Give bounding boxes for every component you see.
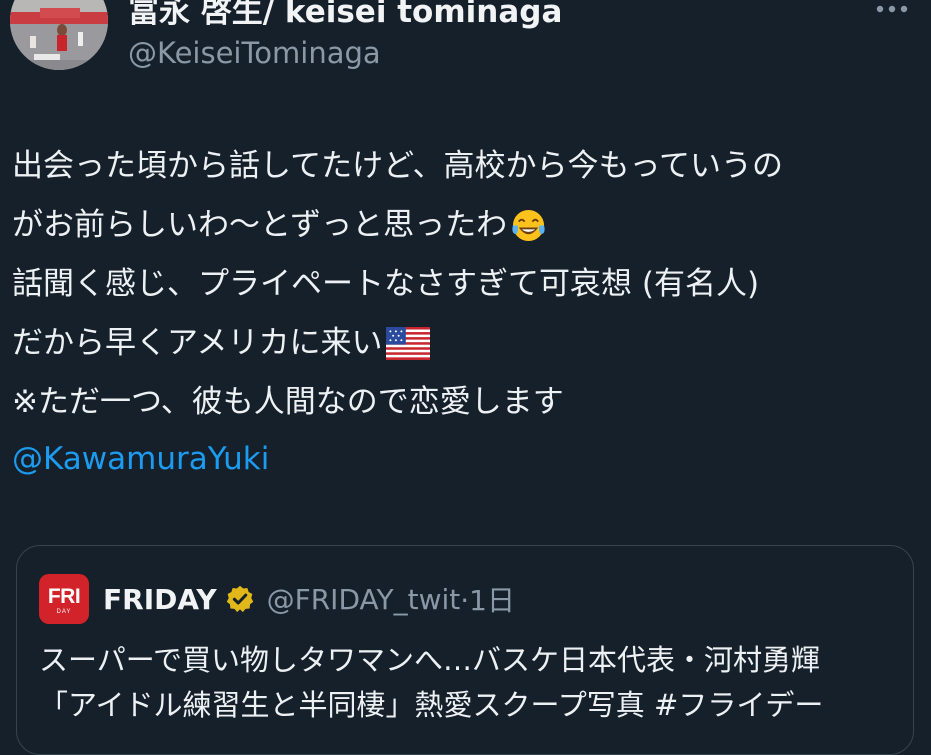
more-options-button[interactable] xyxy=(868,0,918,20)
tweet-line: 出会った頃から話してたけど、高校から今もっていうの xyxy=(12,137,922,196)
tweet-line-text: 話聞く感じ、プライペートなさすぎて可哀想 (有名人) xyxy=(12,266,760,302)
quoted-tweet-text: スーパーで買い物しタワマンへ…バスケ日本代表・河村勇輝 「アイドル練習生と半同棲… xyxy=(39,638,909,728)
tweet-line: がお前らしいわ〜とずっと思ったわ xyxy=(12,196,922,255)
tweet-line-text: がお前らしいわ〜とずっと思ったわ xyxy=(12,207,508,243)
quoted-tweet-time[interactable]: ·1日 xyxy=(460,579,515,619)
more-dots-icon xyxy=(876,5,908,13)
tweet-line: 話聞く感じ、プライペートなさすぎて可哀想 (有名人) xyxy=(12,255,922,314)
tweet-line-text: だから早くアメリカに来い xyxy=(12,325,383,361)
quoted-tweet-header: FRI DAY FRIDAY @FRIDAY_twit ·1日 xyxy=(39,574,515,624)
quoted-author-name[interactable]: FRIDAY xyxy=(103,583,217,616)
face-with-tears-of-joy-icon xyxy=(512,209,545,242)
quoted-tweet-card[interactable]: FRI DAY FRIDAY @FRIDAY_twit ·1日 スーパーで買い物… xyxy=(16,545,914,755)
author-display-name[interactable]: 冨永 啓生/ keisei tominaga xyxy=(128,0,562,32)
quoted-tweet-line: スーパーで買い物しタワマンへ…バスケ日本代表・河村勇輝 xyxy=(39,643,820,677)
friday-logo-avatar[interactable]: FRI DAY xyxy=(39,574,89,624)
tweet-line: だから早くアメリカに来い xyxy=(12,314,922,373)
tweet-line-text: ※ただ一つ、彼も人間なので恋愛します xyxy=(12,384,564,420)
logo-subtext: DAY xyxy=(56,609,72,615)
tweet-line-text: 出会った頃から話してたけど、高校から今もっていうの xyxy=(12,148,783,184)
gold-verified-badge-icon xyxy=(226,585,253,613)
avatar-photo xyxy=(10,0,108,70)
logo-text: FRI xyxy=(47,585,81,608)
us-flag-icon xyxy=(386,327,431,360)
tweet-text: 出会った頃から話してたけど、高校から今もっていうの がお前らしいわ〜とずっと思っ… xyxy=(12,137,922,432)
quoted-author-handle[interactable]: @FRIDAY_twit xyxy=(267,583,461,616)
tweet-line: ※ただ一つ、彼も人間なので恋愛します xyxy=(12,373,922,432)
author-handle[interactable]: @KeiseiTominaga xyxy=(128,34,381,72)
mention-link[interactable]: @KawamuraYuki xyxy=(12,433,269,485)
avatar[interactable] xyxy=(10,0,108,70)
quoted-tweet-line: 「アイドル練習生と半同棲」熱愛スクープ写真 #フライデー xyxy=(39,688,824,722)
